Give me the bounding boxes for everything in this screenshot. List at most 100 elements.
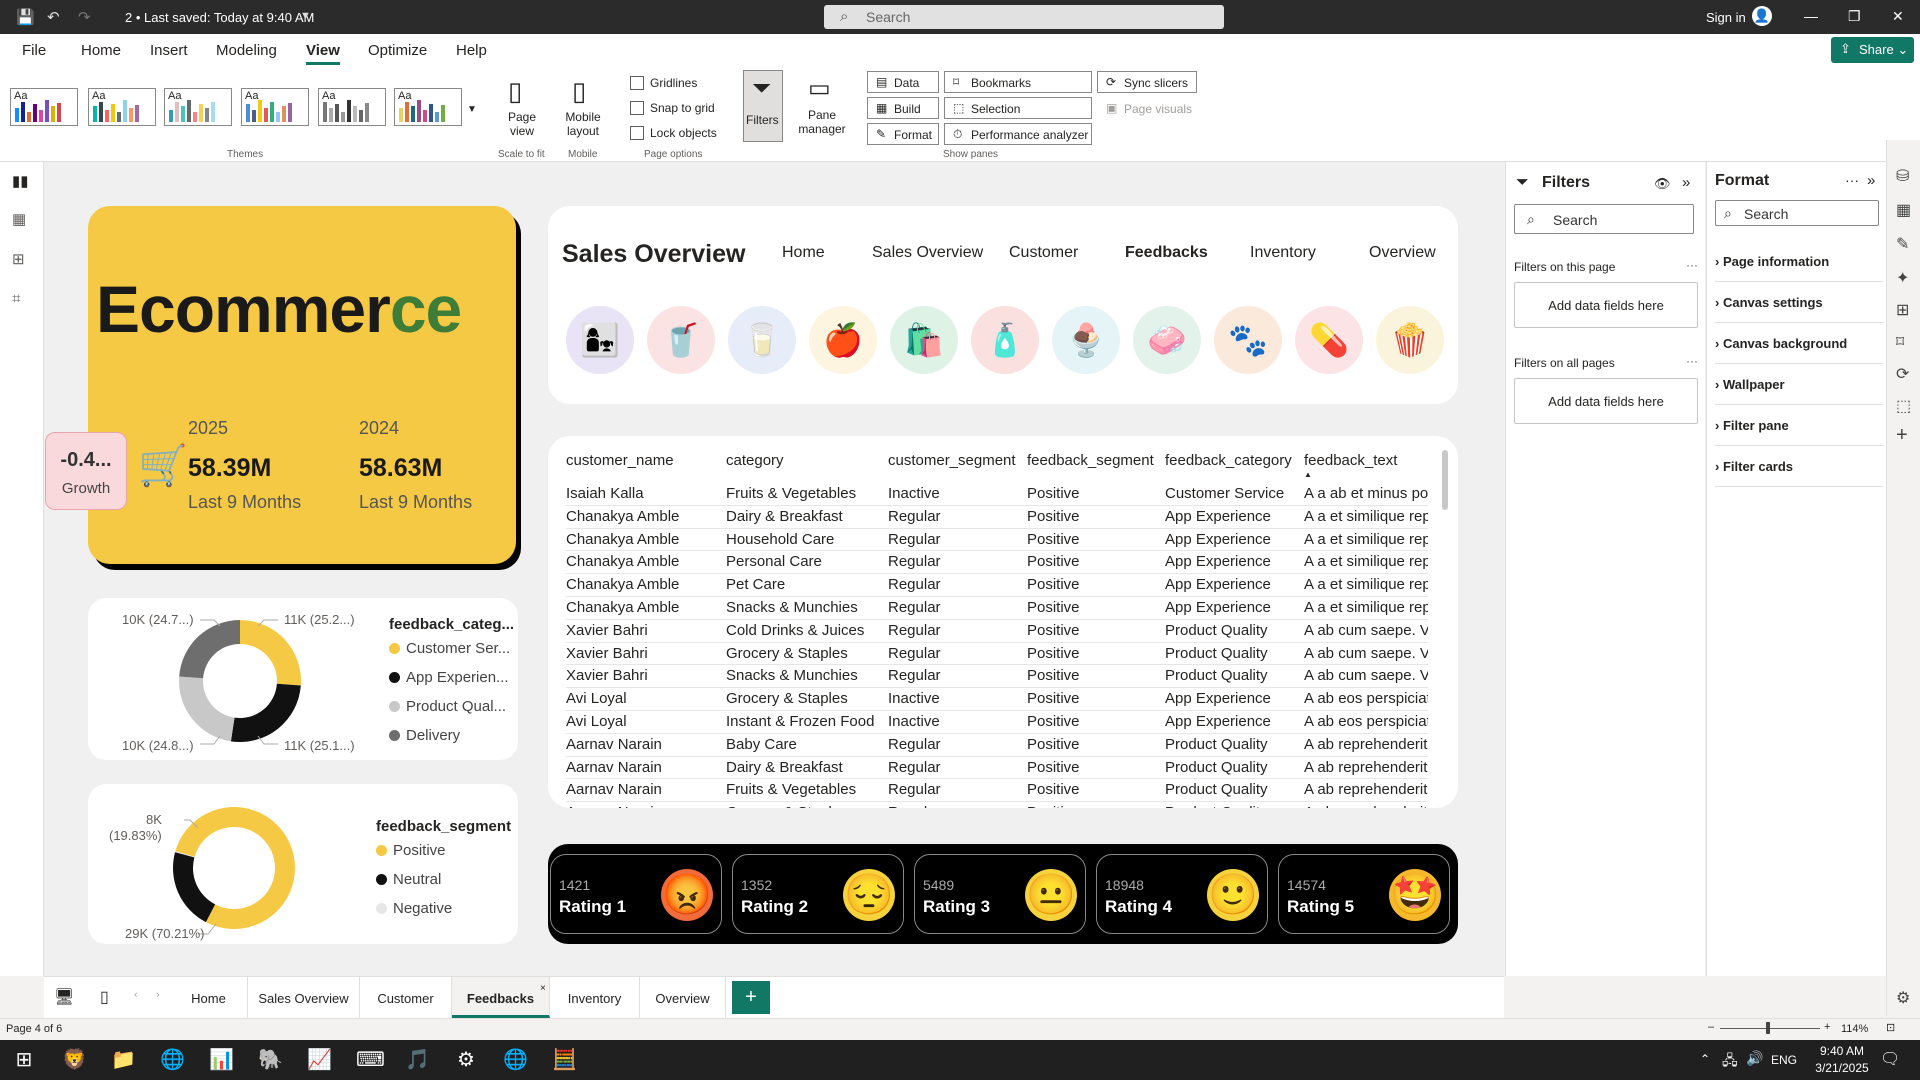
notifications-icon[interactable]: 🗨 <box>1880 1049 1900 1069</box>
donut-slice[interactable] <box>173 852 216 923</box>
file-status[interactable]: 2 • Last saved: Today at 9:40 AM <box>125 10 314 25</box>
menu-modeling[interactable]: Modeling <box>216 42 277 59</box>
filters-search[interactable]: ⌕ Search <box>1514 204 1694 234</box>
more-options-icon[interactable]: ··· <box>1686 258 1698 272</box>
chrome-profile-icon[interactable]: 🌐 <box>503 1048 528 1072</box>
theme-swatch[interactable]: Aa <box>318 88 386 126</box>
brave-browser-icon[interactable]: 🦁 <box>62 1048 87 1072</box>
menu-optimize[interactable]: Optimize <box>368 42 427 59</box>
instant-frozen-icon[interactable]: 🍨 <box>1052 306 1120 374</box>
snap-checkbox[interactable]: Snap to grid <box>630 101 715 115</box>
mobile-layout-icon[interactable]: ▯ <box>100 987 109 1007</box>
table-view-icon[interactable]: ▦ <box>12 210 26 228</box>
restore-icon[interactable]: ❐ <box>1848 8 1861 25</box>
legend-item[interactable]: Positive <box>376 842 446 859</box>
format-pane-icon[interactable]: ✎ <box>1896 234 1909 254</box>
nav-link-inventory[interactable]: Inventory <box>1250 244 1316 262</box>
spotify-icon[interactable]: 🎵 <box>405 1048 430 1072</box>
copilot-icon[interactable]: ✦ <box>1896 268 1909 288</box>
household-care-icon[interactable]: 🧴 <box>971 306 1039 374</box>
page-tab-overview[interactable]: Overview <box>640 977 726 1018</box>
baby-care-icon[interactable]: 👩‍👧 <box>566 306 634 374</box>
share-button[interactable]: ⇪ Share ⌄ <box>1831 37 1914 63</box>
table-row[interactable]: Aarnav Narain Dairy & Breakfast Regular Pos… <box>566 757 1428 780</box>
zoom-in-icon[interactable]: + <box>1824 1021 1830 1033</box>
column-header[interactable]: feedback_text <box>1304 452 1397 469</box>
page-filter-dropzone[interactable]: Add data fields here <box>1514 282 1698 328</box>
fit-page-icon[interactable]: ⊡ <box>1886 1021 1895 1034</box>
legend-item[interactable]: Delivery <box>389 727 460 744</box>
data-pane-button[interactable]: ▤ Data <box>867 71 939 93</box>
theme-swatch[interactable]: Aa <box>394 88 462 126</box>
rating-box[interactable]: 14574 Rating 5 🤩 <box>1278 854 1450 934</box>
undo-icon[interactable]: ↶ <box>47 8 60 26</box>
menu-help[interactable]: Help <box>456 42 487 59</box>
filters-button[interactable]: ⏷ Filters <box>743 70 783 142</box>
close-icon[interactable]: ✕ <box>1892 8 1904 25</box>
calculator-app-icon[interactable]: 🧮 <box>552 1048 577 1072</box>
format-search[interactable]: ⌕ Search <box>1715 200 1879 226</box>
menu-home[interactable]: Home <box>81 42 121 59</box>
page-tab-feedbacks[interactable]: Feedbacks <box>452 977 550 1018</box>
desktop-layout-icon[interactable]: 🖥 <box>54 987 74 1007</box>
collapse-pane-icon[interactable]: » <box>1682 174 1690 191</box>
format-section[interactable]: › Page information <box>1715 254 1883 282</box>
performance-button[interactable]: ⏱ Performance analyzer <box>944 123 1092 145</box>
legend-item[interactable]: Negative <box>376 900 452 917</box>
vscode-icon[interactable]: ⌨ <box>356 1048 385 1072</box>
page-tab-customer[interactable]: Customer <box>360 977 452 1018</box>
clock-time[interactable]: 9:40 AM <box>1812 1044 1872 1058</box>
report-view-icon[interactable]: ▮▮ <box>12 172 29 190</box>
menu-file[interactable]: File <box>22 42 46 59</box>
rating-box[interactable]: 1352 Rating 2 😔 <box>732 854 904 934</box>
zoom-thumb[interactable] <box>1766 1022 1770 1034</box>
column-header[interactable]: category <box>726 452 784 469</box>
table-row[interactable]: Aarnav Narain Baby Care Regular Positive Pro… <box>566 734 1428 757</box>
column-header[interactable]: customer_segment <box>888 452 1016 469</box>
theme-swatch[interactable]: Aa <box>164 88 232 126</box>
tray-chevron-icon[interactable]: ⌃ <box>1700 1052 1710 1066</box>
language-indicator[interactable]: ENG <box>1771 1053 1797 1067</box>
model-view-icon[interactable]: ⊞ <box>12 250 25 268</box>
add-pane-icon[interactable]: + <box>1896 424 1908 447</box>
chevron-down-icon[interactable]: ▼ <box>467 104 477 115</box>
lock-checkbox[interactable]: Lock objects <box>630 126 717 140</box>
feedback-table[interactable]: customer_name category customer_segment … <box>548 436 1458 808</box>
more-options-icon[interactable]: ··· <box>1845 172 1859 188</box>
nav-link-feedbacks[interactable]: Feedbacks <box>1125 244 1208 262</box>
sync-slicers-button[interactable]: ⟳ Sync slicers <box>1097 71 1197 93</box>
pharma-icon[interactable]: 💊 <box>1295 306 1363 374</box>
data-pane-icon[interactable]: ⛁ <box>1896 166 1909 186</box>
dax-view-icon[interactable]: ⌗ <box>12 290 20 307</box>
theme-swatch[interactable]: Aa <box>241 88 309 126</box>
chevron-down-icon[interactable]: ▼ <box>300 10 311 22</box>
page-view-button[interactable]: Page view <box>502 110 542 138</box>
bookmarks-button[interactable]: ⌑ Bookmarks <box>944 71 1092 93</box>
table-row[interactable]: Xavier Bahri Grocery & Staples Regular Posi… <box>566 643 1428 666</box>
table-row[interactable]: Chanakya Amble Dairy & Breakfast Regular Po… <box>566 506 1428 529</box>
snacks-icon[interactable]: 🍿 <box>1376 306 1444 374</box>
pane-manager-icon[interactable]: ▭ <box>808 74 831 103</box>
user-icon[interactable]: 👤 <box>1752 6 1772 26</box>
fruits-vegetables-icon[interactable]: 🍎 <box>809 306 877 374</box>
page-tab-inventory[interactable]: Inventory <box>550 977 640 1018</box>
pet-care-icon[interactable]: 🐾 <box>1214 306 1282 374</box>
table-row[interactable]: Chanakya Amble Personal Care Regular Positi… <box>566 551 1428 575</box>
close-tab-icon[interactable]: × <box>540 983 546 994</box>
vertical-scrollbar[interactable] <box>1442 450 1448 510</box>
table-row[interactable]: Xavier Bahri Cold Drinks & Juices Regular P… <box>566 620 1428 643</box>
clock-date[interactable]: 3/21/2025 <box>1806 1061 1878 1075</box>
format-section[interactable]: › Wallpaper <box>1715 377 1883 405</box>
bookmark-icon[interactable]: ⌑ <box>1896 332 1904 352</box>
gridlines-checkbox[interactable]: Gridlines <box>630 76 697 90</box>
nav-link-overview[interactable]: Overview <box>1369 244 1436 262</box>
powerbi-icon[interactable]: 📊 <box>209 1048 234 1072</box>
cold-drinks-icon[interactable]: 🥤 <box>647 306 715 374</box>
donut-slice[interactable] <box>179 620 240 679</box>
rating-box[interactable]: 1421 Rating 1 😡 <box>550 854 722 934</box>
format-section[interactable]: › Filter pane <box>1715 418 1883 446</box>
rating-box[interactable]: 5489 Rating 3 😐 <box>914 854 1086 934</box>
collapse-pane-icon[interactable]: » <box>1867 172 1875 189</box>
table-row[interactable]: Avi Loyal Grocery & Staples Inactive Positi… <box>566 688 1428 711</box>
table-row[interactable]: Aarnav Narain Fruits & Vegetables Regular P… <box>566 779 1428 803</box>
